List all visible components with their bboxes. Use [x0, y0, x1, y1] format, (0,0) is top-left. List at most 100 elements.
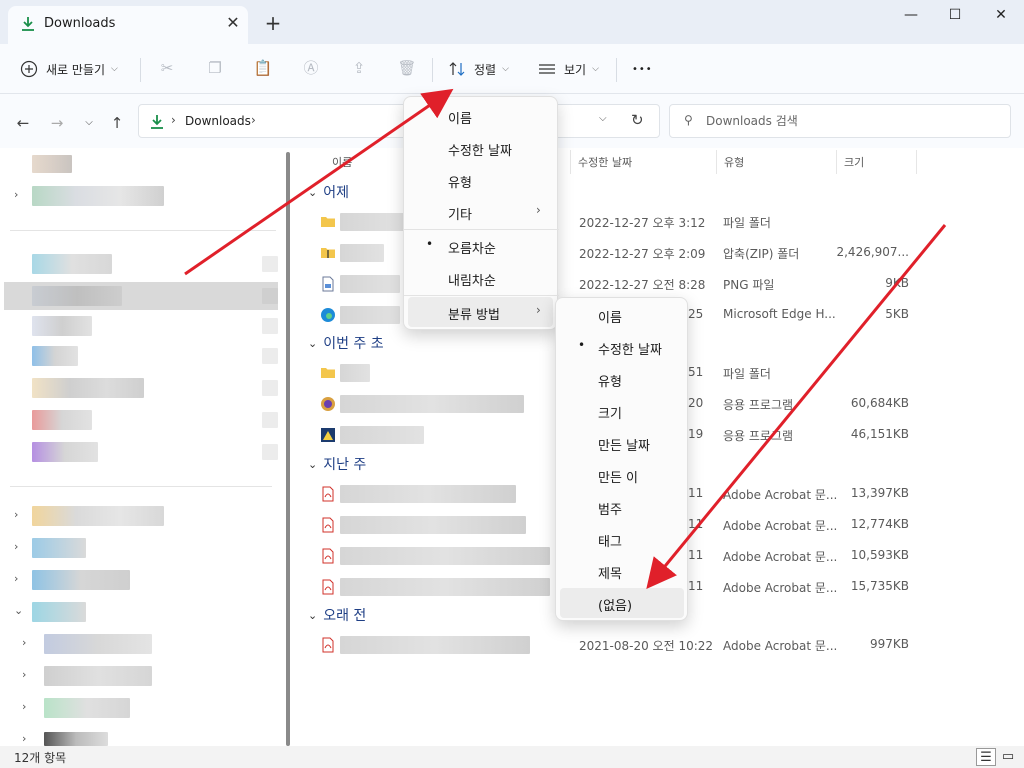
menu-item-label: 제목	[598, 567, 622, 582]
nav-item[interactable]	[4, 408, 278, 432]
chevron-right-icon[interactable]: ›	[22, 668, 26, 681]
menu-item-label: 크기	[598, 407, 622, 422]
breadcrumb-separator[interactable]: ›	[251, 113, 256, 127]
breadcrumb-downloads[interactable]: Downloads	[185, 114, 251, 128]
paste-icon[interactable]: 📋	[253, 58, 273, 78]
search-input[interactable]	[706, 112, 996, 130]
group-by-submenu: 이름 • 수정한 날짜 유형 크기 만든 날짜 만든 이 범주 태그 제목 (없…	[555, 297, 688, 621]
chevron-right-icon[interactable]: ›	[14, 572, 18, 585]
sort-descending[interactable]: 내림차순	[408, 263, 553, 293]
sort-by-more[interactable]: 기타 ›	[408, 197, 553, 227]
nav-scrollbar[interactable]	[286, 152, 290, 746]
chevron-right-icon[interactable]: ›	[22, 732, 26, 745]
group-by-created[interactable]: 만든 날짜	[560, 428, 684, 458]
group-header[interactable]: ⌄ 오래 전	[308, 605, 366, 625]
download-icon	[22, 17, 34, 31]
nav-item[interactable]: ›	[4, 504, 278, 528]
group-by-none[interactable]: (없음)	[560, 588, 684, 618]
nav-item[interactable]	[4, 344, 278, 368]
chevron-down-icon: ⌄	[308, 457, 318, 471]
up-arrow-icon[interactable]: ↑	[108, 114, 126, 132]
view-button[interactable]: 보기 ⌵	[538, 56, 599, 82]
group-header[interactable]: ⌄ 이번 주 초	[308, 333, 384, 353]
column-header-name[interactable]: 이름	[332, 154, 352, 170]
column-header-type[interactable]: 유형	[724, 154, 744, 170]
group-by-tags[interactable]: 태그	[560, 524, 684, 554]
chevron-right-icon[interactable]: ›	[22, 636, 26, 649]
nav-item[interactable]: ›	[4, 696, 278, 720]
sort-button[interactable]: 정렬 ⌵	[448, 56, 509, 82]
column-divider[interactable]	[836, 150, 837, 174]
nav-item[interactable]: ›	[4, 664, 278, 688]
group-header[interactable]: ⌄ 지난 주	[308, 454, 366, 474]
group-by[interactable]: 분류 방법 ›	[408, 297, 553, 327]
file-size: 10,593KB	[850, 548, 909, 562]
group-by-type[interactable]: 유형	[560, 364, 684, 394]
nav-item[interactable]: ›	[4, 728, 278, 746]
copy-icon[interactable]: ❐	[205, 58, 225, 78]
maximize-button[interactable]: ☐	[932, 4, 978, 26]
cut-icon[interactable]: ✂	[157, 58, 177, 78]
group-by-category[interactable]: 범주	[560, 492, 684, 522]
nav-item[interactable]	[4, 440, 278, 464]
sort-by-name[interactable]: 이름	[408, 101, 553, 131]
rename-icon[interactable]: Ⓐ	[301, 58, 321, 78]
chevron-right-icon[interactable]: ›	[14, 188, 18, 201]
tiles-view-icon[interactable]: ▭	[998, 748, 1018, 766]
plus-circle-icon	[20, 60, 38, 78]
search-box[interactable]: ⚲	[669, 104, 1011, 138]
nav-item[interactable]	[4, 152, 278, 176]
nav-item-selected[interactable]	[4, 282, 278, 310]
folder-icon	[321, 368, 335, 378]
nav-item[interactable]: ›	[4, 632, 278, 656]
download-icon	[151, 115, 163, 129]
address-bar[interactable]: › Downloads › ⌵ ↻	[138, 104, 660, 138]
sort-by-type[interactable]: 유형	[408, 165, 553, 195]
more-options-button[interactable]: •••	[632, 56, 653, 82]
forward-arrow-icon[interactable]: →	[48, 114, 66, 132]
chevron-right-icon[interactable]: ›	[22, 700, 26, 713]
group-by-author[interactable]: 만든 이	[560, 460, 684, 490]
column-divider[interactable]	[916, 150, 917, 174]
refresh-icon[interactable]: ↻	[631, 111, 644, 129]
new-tab-button[interactable]: +	[262, 12, 284, 34]
column-divider[interactable]	[716, 150, 717, 174]
details-view-icon[interactable]: ☰	[976, 748, 996, 766]
recent-locations-chevron-icon[interactable]: ⌵	[80, 114, 98, 132]
group-header[interactable]: ⌄ 어제	[308, 182, 349, 202]
nav-item[interactable]: ⌄	[4, 600, 278, 624]
chevron-down-icon[interactable]: ⌄	[14, 604, 23, 617]
nav-item[interactable]	[4, 376, 278, 400]
close-window-button[interactable]: ✕	[978, 4, 1024, 26]
delete-icon[interactable]: 🗑	[397, 58, 417, 78]
menu-item-label: 기타	[448, 208, 472, 223]
tab-close-icon[interactable]: ✕	[224, 14, 242, 32]
minimize-button[interactable]: —	[888, 4, 934, 26]
group-by-title[interactable]: 제목	[560, 556, 684, 586]
nav-item[interactable]: ›	[4, 568, 278, 592]
menu-separator	[404, 295, 559, 296]
toolbar-divider	[140, 58, 141, 82]
breadcrumb-separator[interactable]: ›	[171, 113, 176, 127]
group-by-name[interactable]: 이름	[560, 300, 684, 330]
chevron-right-icon[interactable]: ›	[14, 508, 18, 521]
tab-downloads[interactable]: Downloads ✕	[8, 6, 248, 44]
group-by-size[interactable]: 크기	[560, 396, 684, 426]
nav-item[interactable]	[4, 314, 278, 338]
sort-by-modified[interactable]: 수정한 날짜	[408, 133, 553, 163]
back-arrow-icon[interactable]: ←	[14, 114, 32, 132]
address-dropdown-icon[interactable]: ⌵	[599, 113, 607, 124]
file-row[interactable]: 2021-08-20 오전 10:22 Adobe Acrobat 문... 9…	[316, 634, 1016, 656]
share-icon[interactable]: ⇪	[349, 58, 369, 78]
column-divider[interactable]	[570, 150, 571, 174]
nav-item[interactable]: ›	[4, 184, 278, 208]
column-header-modified[interactable]: 수정한 날짜	[578, 154, 632, 170]
nav-item[interactable]	[4, 252, 278, 276]
menu-item-label: 오름차순	[448, 242, 496, 257]
nav-item[interactable]: ›	[4, 536, 278, 560]
group-by-modified[interactable]: • 수정한 날짜	[560, 332, 684, 362]
new-button[interactable]: 새로 만들기 ⌵	[20, 56, 118, 82]
chevron-right-icon[interactable]: ›	[14, 540, 18, 553]
column-header-size[interactable]: 크기	[844, 154, 864, 170]
sort-ascending[interactable]: • 오름차순	[408, 231, 553, 261]
